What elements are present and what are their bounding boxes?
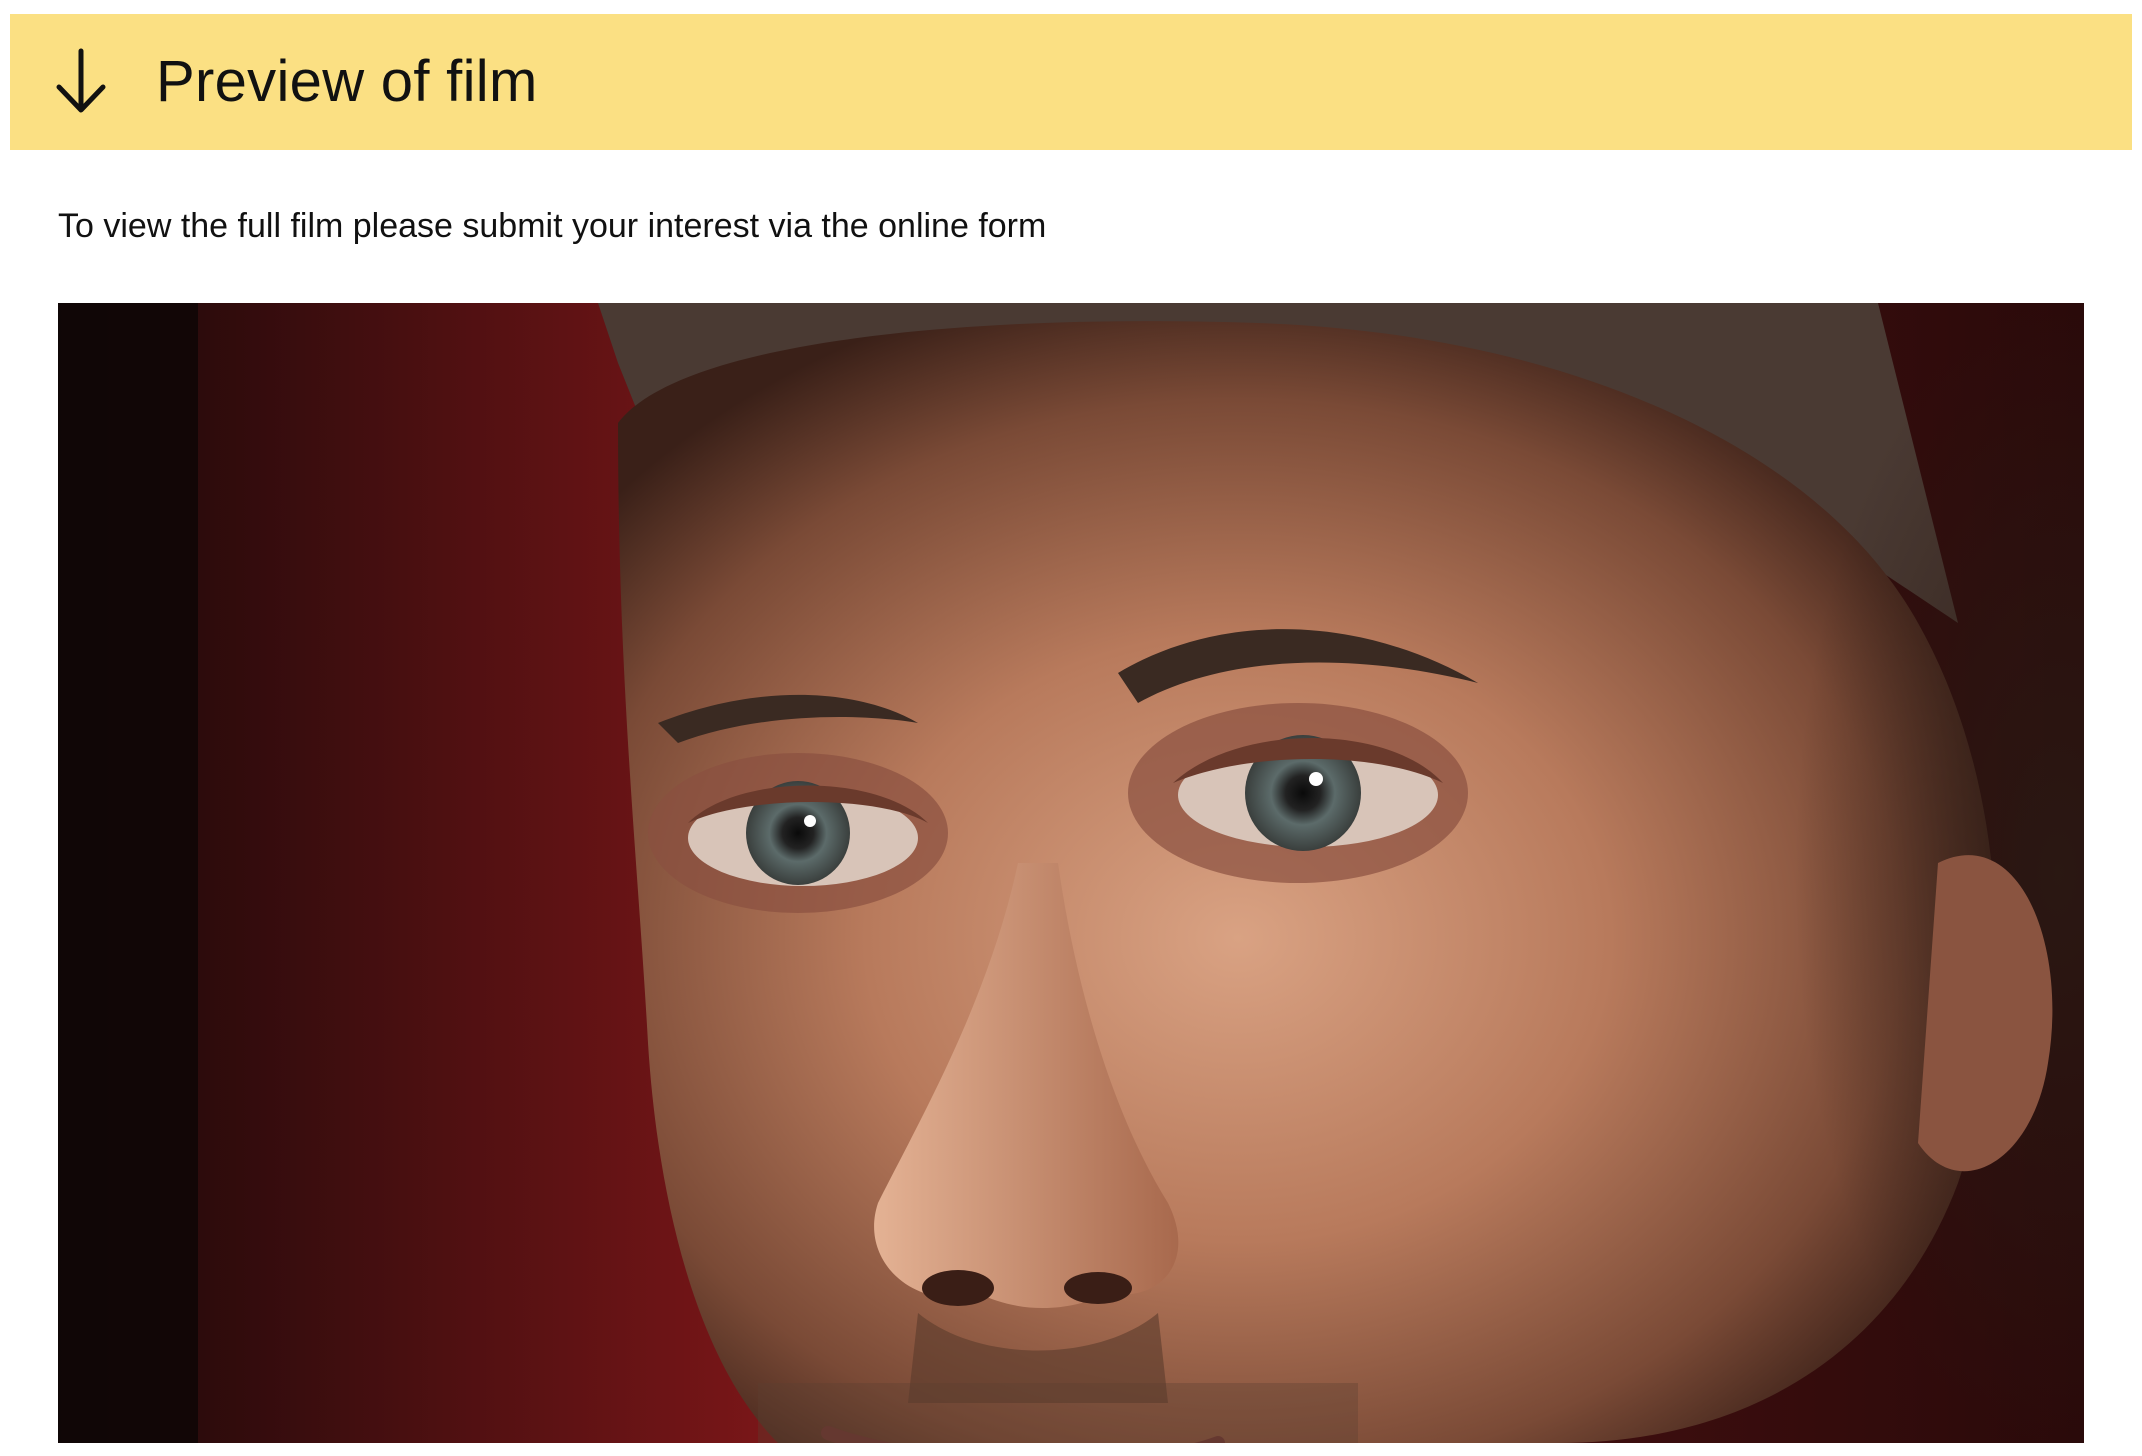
preview-banner: Preview of film bbox=[10, 14, 2132, 150]
arrow-down-icon bbox=[50, 47, 112, 117]
preview-title: Preview of film bbox=[156, 49, 538, 114]
film-still-image bbox=[58, 303, 2084, 1443]
page: Preview of film To view the full film pl… bbox=[0, 0, 2142, 1456]
full-film-notice: To view the full film please submit your… bbox=[58, 207, 1047, 245]
film-preview-video[interactable] bbox=[58, 303, 2084, 1443]
